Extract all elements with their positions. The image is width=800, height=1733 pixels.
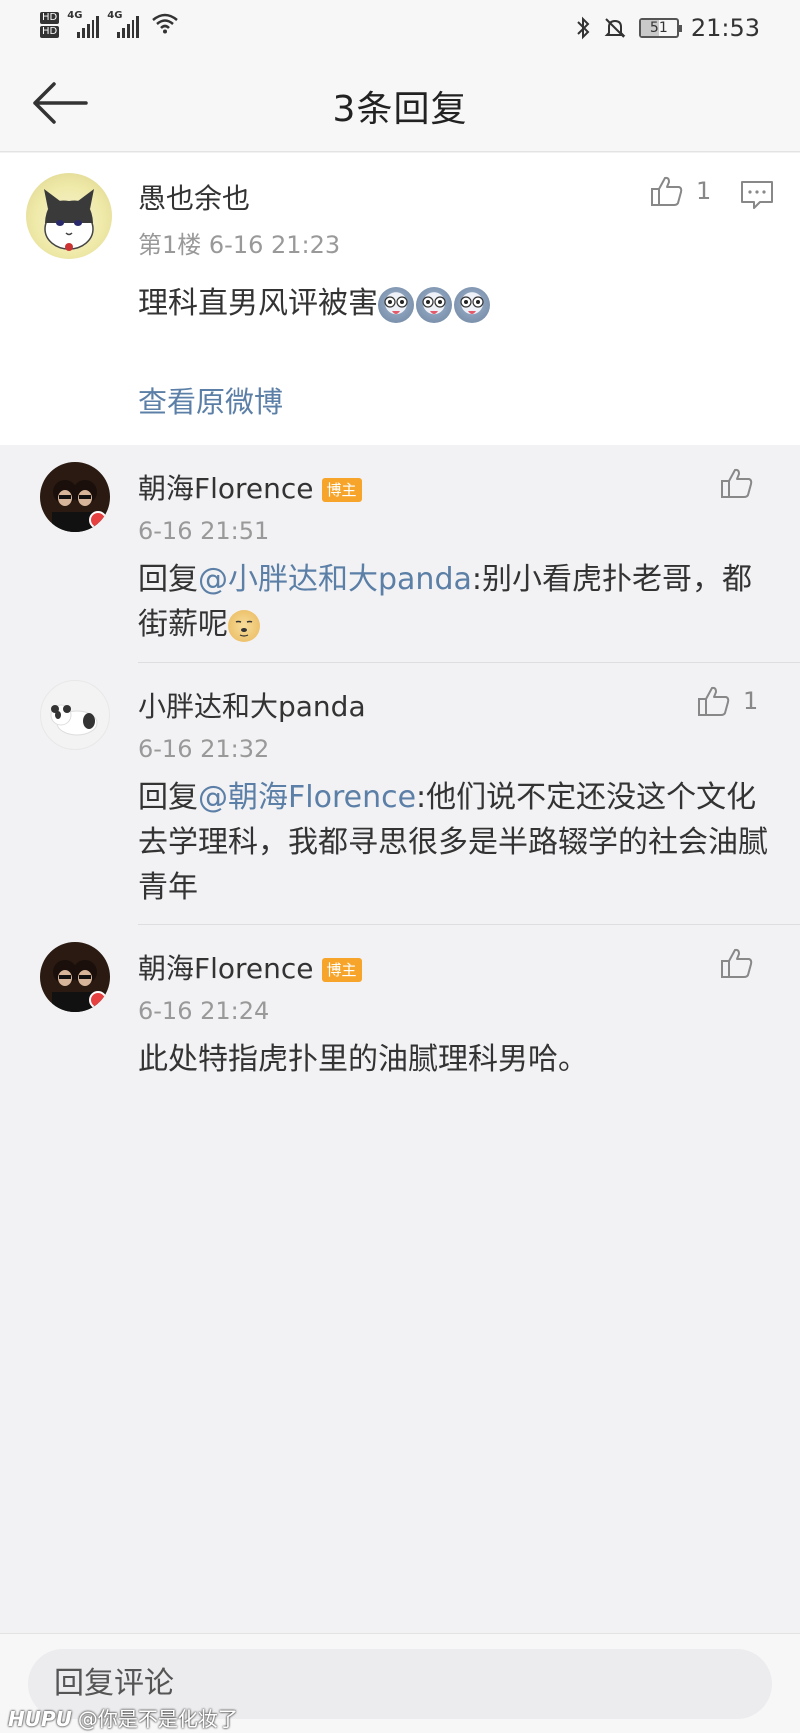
- main-comment: 愚也余也 第1楼 6-16 21:23 1 理科直男风评被害 查看原微博: [0, 153, 800, 445]
- like-count: 1: [696, 177, 712, 205]
- reply-time: 6-16 21:51: [138, 517, 270, 545]
- like-button[interactable]: 1: [697, 685, 758, 717]
- watermark-brand: HUPU: [8, 1707, 72, 1731]
- battery-icon: 51: [638, 18, 682, 38]
- like-button[interactable]: [720, 947, 754, 979]
- reply-text: 回复@朝海Florence:他们说不定还没这个文化去学理科，我都寻思很多是半路辍…: [138, 775, 768, 910]
- hd-label-2: HD: [40, 26, 60, 38]
- battery-level: 51: [649, 20, 668, 36]
- reply-time: 6-16 21:32: [138, 735, 270, 763]
- watermark: HUPU @你是不是化妆了: [8, 1703, 238, 1732]
- wifi-icon: [151, 12, 179, 34]
- username[interactable]: 愚也余也: [138, 177, 250, 217]
- hd-indicators: HD HD: [40, 12, 60, 38]
- list-item: 小胖达和大panda 6-16 21:32 1 回复@朝海Florence:他们…: [0, 663, 800, 925]
- comment-icon[interactable]: [740, 179, 774, 211]
- mention-link[interactable]: @朝海Florence: [198, 780, 416, 815]
- blogger-badge: 博主: [321, 958, 362, 982]
- network-label-2: 4G: [107, 10, 123, 21]
- reply-prefix: 回复: [138, 562, 198, 597]
- reply-time: 6-16 21:24: [138, 997, 270, 1025]
- comment-text: 理科直男风评被害: [138, 286, 378, 321]
- reply-row-3: 朝海Florence 博主: [138, 947, 362, 987]
- reply-text: 回复@小胖达和大panda:别小看虎扑老哥，都街薪呢: [138, 557, 768, 647]
- page-title: 3条回复: [332, 89, 468, 130]
- thumbs-up-icon: [698, 686, 730, 716]
- like-button[interactable]: [720, 467, 754, 499]
- avatar[interactable]: [40, 462, 110, 532]
- username[interactable]: 朝海Florence: [138, 952, 314, 985]
- avatar[interactable]: [26, 173, 112, 259]
- username[interactable]: 朝海Florence: [138, 472, 314, 505]
- bluetooth-icon: [577, 16, 590, 40]
- reply-body: 此处特指虎扑里的油腻理科男哈。: [138, 1042, 588, 1077]
- signal-icon-2: 4G: [107, 10, 140, 38]
- comment-text-row: 理科直男风评被害: [138, 281, 492, 326]
- status-left: HD HD 4G 4G: [40, 10, 179, 38]
- blogger-badge: 博主: [321, 478, 362, 502]
- status-right: 51 21:53: [575, 14, 760, 42]
- username[interactable]: 小胖达和大panda: [138, 685, 366, 725]
- husky-emoji-icon: [454, 286, 490, 323]
- status-bar: HD HD 4G 4G 51 21:53: [0, 0, 800, 56]
- like-count: 1: [743, 687, 759, 715]
- clock: 21:53: [690, 14, 760, 42]
- mute-bell-icon: [604, 18, 626, 38]
- mention-link[interactable]: @小胖达和大panda: [198, 562, 472, 597]
- list-item: 朝海Florence 博主 6-16 21:51 回复@小胖达和大panda:别小…: [0, 445, 800, 663]
- doge-emoji-icon: [228, 609, 260, 642]
- husky-emoji-icon: [378, 286, 414, 323]
- hd-label-1: HD: [40, 12, 60, 24]
- husky-emoji-icon: [416, 286, 452, 323]
- network-label-1: 4G: [67, 10, 83, 21]
- watermark-user: @你是不是化妆了: [77, 1707, 238, 1731]
- comment-meta: 第1楼 6-16 21:23: [138, 231, 341, 259]
- avatar[interactable]: [40, 942, 110, 1012]
- avatar[interactable]: [40, 680, 110, 750]
- view-original-link[interactable]: 查看原微博: [138, 379, 283, 421]
- header: 3条回复: [0, 56, 800, 152]
- thumbs-up-icon: [651, 176, 683, 206]
- thumbs-up-icon: [721, 948, 753, 978]
- signal-icon-1: 4G: [67, 10, 100, 38]
- like-button[interactable]: 1: [650, 175, 711, 207]
- thumbs-up-icon: [721, 468, 753, 498]
- reply-text: 此处特指虎扑里的油腻理科男哈。: [138, 1037, 768, 1082]
- list-item: 朝海Florence 博主 6-16 21:24 此处特指虎扑里的油腻理科男哈。: [0, 925, 800, 1085]
- reply-prefix: 回复: [138, 780, 198, 815]
- reply-row-1: 朝海Florence 博主: [138, 467, 362, 507]
